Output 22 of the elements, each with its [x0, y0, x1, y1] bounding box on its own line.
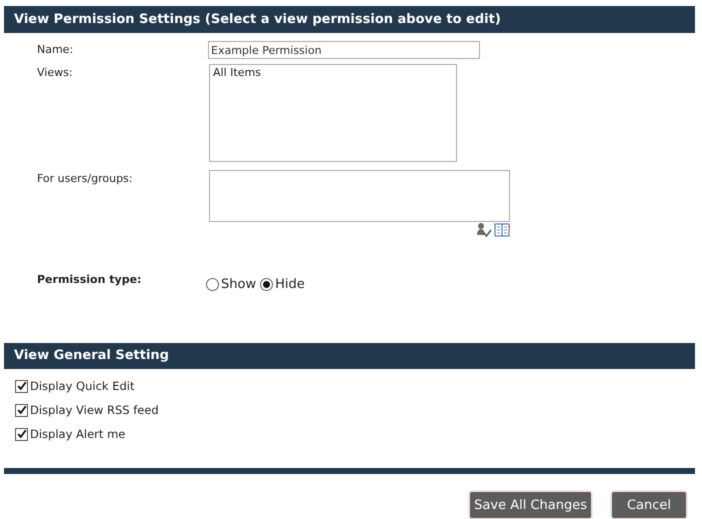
radio-option[interactable]: Hide — [260, 277, 305, 292]
checkmark-icon — [16, 405, 26, 415]
checkbox-option[interactable]: Display Alert me — [15, 426, 695, 442]
field-label: Name: — [37, 42, 74, 58]
checkmark-icon — [16, 429, 26, 439]
users-field[interactable] — [209, 170, 510, 222]
checkbox-option[interactable]: Display Quick Edit — [15, 378, 695, 394]
section-header: View Permission Settings (Select a view permission above to edit) — [4, 6, 695, 33]
radio-option[interactable]: Show — [206, 277, 256, 292]
checkmark-icon — [16, 381, 26, 391]
check-names-icon[interactable] — [476, 222, 492, 238]
field-label: For users/groups: — [37, 171, 134, 187]
address-book-icon[interactable] — [494, 222, 510, 238]
save-button[interactable]: Save All Changes — [469, 491, 592, 519]
field-label: Views: — [37, 65, 74, 81]
name-field[interactable]: Example Permission — [208, 41, 480, 59]
field-label: Permission type: — [37, 272, 142, 288]
list-item[interactable]: All Items — [212, 66, 454, 79]
checkbox-option[interactable]: Display View RSS feed — [15, 402, 695, 418]
cancel-button[interactable]: Cancel — [611, 491, 687, 519]
views-listbox[interactable]: All Items — [209, 64, 457, 162]
section-header: View General Setting — [4, 343, 695, 369]
